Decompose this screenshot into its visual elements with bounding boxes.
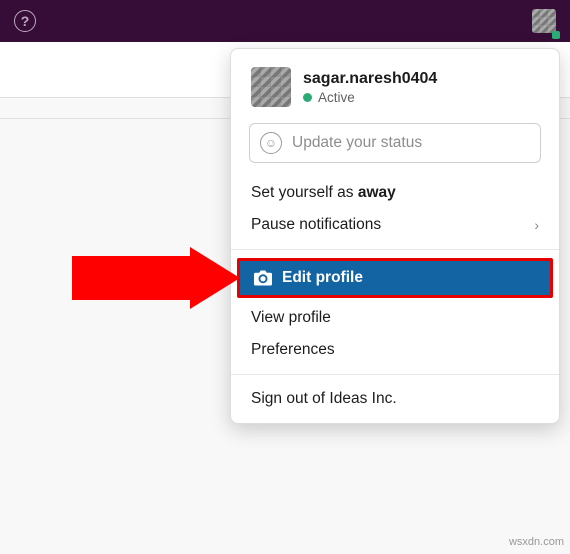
pause-notifications-label: Pause notifications: [251, 216, 381, 234]
user-avatar-small[interactable]: [532, 9, 556, 33]
user-menu: sagar.naresh0404 Active ☺ Update your st…: [230, 48, 560, 424]
sign-out-label: Sign out of Ideas Inc.: [251, 390, 397, 408]
emoji-icon[interactable]: ☺: [260, 132, 282, 154]
presence-label: Active: [318, 90, 355, 105]
top-bar: ?: [0, 0, 570, 42]
edit-profile-label: Edit profile: [282, 269, 363, 287]
arrow-annotation: [72, 248, 240, 308]
highlight-box: Edit profile: [237, 258, 553, 298]
status-placeholder: Update your status: [292, 134, 422, 152]
set-away-prefix: Set yourself as: [251, 184, 358, 201]
sign-out-item[interactable]: Sign out of Ideas Inc.: [231, 383, 559, 415]
menu-header: sagar.naresh0404 Active: [231, 49, 559, 119]
preferences-item[interactable]: Preferences: [231, 334, 559, 366]
menu-separator: [231, 249, 559, 250]
presence: Active: [303, 90, 437, 105]
username: sagar.naresh0404: [303, 70, 437, 88]
view-profile-item[interactable]: View profile: [231, 302, 559, 334]
help-icon[interactable]: ?: [14, 10, 36, 32]
view-profile-label: View profile: [251, 309, 331, 327]
set-away-item[interactable]: Set yourself as away: [231, 177, 559, 209]
menu-separator-2: [231, 374, 559, 375]
user-info: sagar.naresh0404 Active: [303, 67, 437, 107]
camera-icon: [254, 270, 272, 286]
user-avatar-large: [251, 67, 291, 107]
pause-notifications-item[interactable]: Pause notifications ›: [231, 209, 559, 241]
edit-profile-item[interactable]: Edit profile: [240, 261, 550, 295]
set-away-bold: away: [358, 184, 396, 201]
status-input[interactable]: ☺ Update your status: [249, 123, 541, 163]
presence-dot-icon: [303, 93, 312, 102]
watermark: wsxdn.com: [509, 536, 564, 548]
chevron-right-icon: ›: [534, 217, 539, 233]
preferences-label: Preferences: [251, 341, 335, 359]
